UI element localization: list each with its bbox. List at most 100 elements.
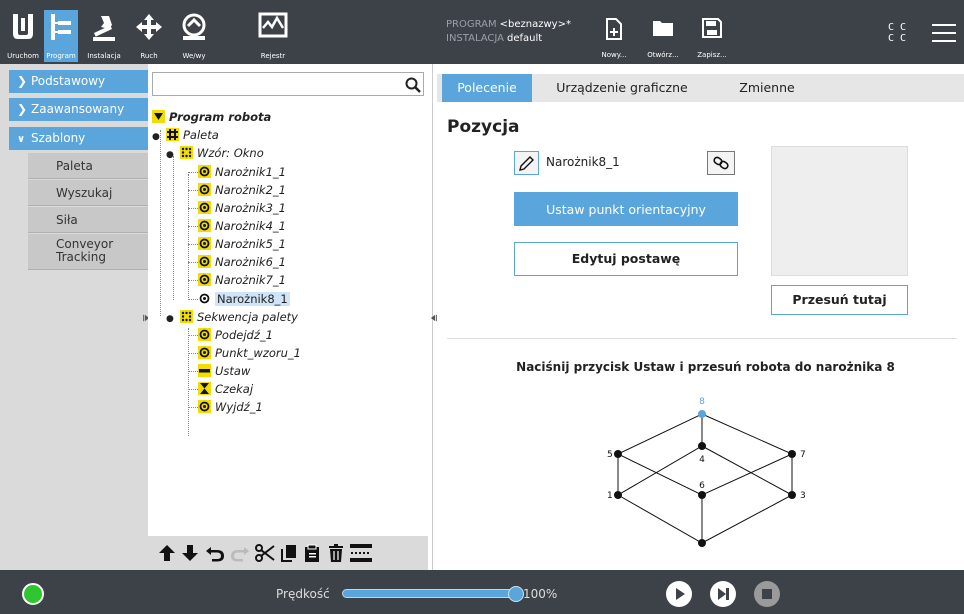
- instruction-text: Naciśnij przycisk Ustaw i przesuń robota…: [516, 360, 895, 374]
- tree-node-corner[interactable]: Narożnik5_1: [198, 235, 286, 253]
- speed-label: Prędkość: [276, 587, 330, 601]
- tree-node-corner[interactable]: Narożnik2_1: [198, 181, 286, 199]
- delete-icon[interactable]: [328, 544, 344, 562]
- tab-graphics[interactable]: Urządzenie graficzne: [547, 74, 697, 102]
- template-item-pallet[interactable]: Paleta: [28, 153, 148, 179]
- run-tab[interactable]: Uruchom: [6, 10, 40, 62]
- tree-node-corner-selected[interactable]: Narożnik8_1: [198, 290, 290, 308]
- io-tab[interactable]: We/wy: [172, 10, 216, 62]
- pattern-dots-icon: [180, 146, 193, 159]
- pallet-corner-diagram: 8 7 5 4 6 1 3: [607, 397, 806, 547]
- stop-button[interactable]: [754, 581, 780, 607]
- waypoint-icon: [198, 237, 211, 250]
- search-input[interactable]: [152, 72, 424, 96]
- tree-node-sequence-item[interactable]: Podejdź_1: [198, 326, 273, 344]
- tree-node-corner[interactable]: Narożnik4_1: [198, 217, 286, 235]
- speed-slider[interactable]: [342, 589, 517, 598]
- cut-icon[interactable]: [255, 544, 275, 562]
- speed-slider-handle[interactable]: [508, 586, 524, 602]
- edit-pose-button[interactable]: Edytuj postawę: [514, 242, 738, 276]
- tab-command[interactable]: Polecenie: [442, 74, 532, 102]
- rename-button[interactable]: [514, 151, 539, 175]
- io-icon: [182, 13, 206, 40]
- chevron-right-icon: ❯: [17, 74, 28, 88]
- template-item-search[interactable]: Wyszukaj: [28, 180, 148, 206]
- move-tab[interactable]: Ruch: [132, 10, 166, 62]
- step-button[interactable]: [710, 581, 736, 607]
- hamburger-menu-icon[interactable]: [932, 24, 956, 42]
- link-icon: [713, 156, 729, 170]
- waypoint-icon: [198, 183, 211, 196]
- installation-key: INSTALACJA: [446, 33, 505, 44]
- tree-node-corner[interactable]: Narożnik7_1: [198, 271, 286, 289]
- paste-icon[interactable]: [304, 544, 320, 562]
- chevron-right-icon: ❯: [17, 102, 28, 116]
- ur-logo-icon: [13, 14, 33, 39]
- command-panel: Polecenie Urządzenie graficzne Zmienne P…: [437, 64, 964, 570]
- program-tab[interactable]: Program: [44, 10, 78, 62]
- tree-node-root[interactable]: Program robota: [152, 108, 271, 126]
- tree-node-sequence[interactable]: ● Sekwencja palety: [166, 308, 298, 326]
- pallet-grid-icon: [166, 128, 179, 141]
- open-button[interactable]: Otwórz...: [643, 16, 683, 62]
- tree-node-pattern[interactable]: ● Wzór: Okno: [166, 144, 264, 162]
- tree-node-sequence-item[interactable]: Wyjdź_1: [198, 398, 263, 416]
- tree-node-corner[interactable]: Narożnik3_1: [198, 199, 286, 217]
- category-basic[interactable]: ❯ Podstawowy: [9, 70, 148, 93]
- tree-node-sequence-item[interactable]: Ustaw: [198, 362, 250, 380]
- move-here-button[interactable]: Przesuń tutaj: [771, 285, 908, 315]
- program-name: <beznazwy>*: [499, 19, 571, 30]
- corner-5-label: 5: [607, 450, 613, 460]
- set-icon: [198, 364, 211, 377]
- link-variable-button[interactable]: [707, 151, 735, 175]
- suppress-icon[interactable]: [350, 544, 372, 562]
- set-waypoint-button[interactable]: Ustaw punkt orientacyjny: [514, 192, 738, 226]
- tree-node-corner[interactable]: Narożnik6_1: [198, 253, 286, 271]
- undo-icon[interactable]: [205, 544, 225, 562]
- category-advanced[interactable]: ❯ Zaawansowany: [9, 98, 148, 121]
- new-file-button[interactable]: Nowy...: [594, 16, 634, 62]
- move-down-icon[interactable]: [181, 544, 199, 562]
- installation-icon: [93, 16, 115, 41]
- corner-7-label: 7: [800, 450, 806, 460]
- corner-2-dot: [698, 539, 706, 547]
- category-templates[interactable]: ∨ Szablony: [9, 127, 148, 150]
- stop-icon: [762, 589, 772, 599]
- pencil-icon: [519, 156, 534, 171]
- installation-tab[interactable]: Instalacja: [82, 10, 126, 62]
- template-item-conveyor-tracking[interactable]: Conveyor Tracking: [28, 234, 148, 270]
- program-tree-panel: Program robota ● Paleta ● Wzór: Okno Naroż…: [148, 64, 433, 570]
- corner-4-label: 4: [699, 455, 705, 465]
- pose-name: Narożnik8_1: [546, 155, 620, 169]
- tree-node-pallet[interactable]: ● Paleta: [152, 126, 219, 144]
- redo-icon[interactable]: [230, 544, 250, 562]
- log-tab[interactable]: Rejestr: [254, 10, 292, 62]
- tree-node-sequence-item[interactable]: Punkt_wzoru_1: [198, 344, 301, 362]
- command-sidebar: ❯ Podstawowy ❯ Zaawansowany ∨ Szablony Pale…: [0, 64, 148, 570]
- copy-icon[interactable]: [281, 544, 297, 562]
- page-title: Pozycja: [447, 117, 520, 137]
- corner-1-dot: [614, 491, 622, 499]
- corner-8-dot: [698, 410, 706, 418]
- corner-4-dot: [698, 442, 706, 450]
- corner-6-label: 6: [699, 481, 705, 491]
- hourglass-icon: [198, 382, 211, 395]
- save-button[interactable]: Zapisz...: [692, 16, 732, 62]
- play-button[interactable]: [666, 581, 692, 607]
- move-up-icon[interactable]: [158, 544, 176, 562]
- chevron-down-icon: ∨: [17, 134, 26, 145]
- power-status-button[interactable]: [22, 583, 44, 605]
- waypoint-icon: [198, 255, 211, 268]
- search-icon[interactable]: [405, 77, 421, 93]
- corner-1-label: 1: [607, 491, 613, 501]
- corner-7-dot: [788, 450, 796, 458]
- tree-node-corner[interactable]: Narożnik1_1: [198, 163, 286, 181]
- tree-node-sequence-item[interactable]: Czekaj: [198, 380, 253, 398]
- pin-icon: ●: [166, 314, 174, 324]
- waypoint-icon: [198, 219, 211, 232]
- corner-6-dot: [698, 491, 706, 499]
- program-info: PROGRAM <beznazwy>* INSTALACJA default: [446, 18, 571, 46]
- template-item-force[interactable]: Siła: [28, 207, 148, 233]
- new-file-icon: [606, 18, 622, 40]
- tab-variables[interactable]: Zmienne: [727, 74, 807, 102]
